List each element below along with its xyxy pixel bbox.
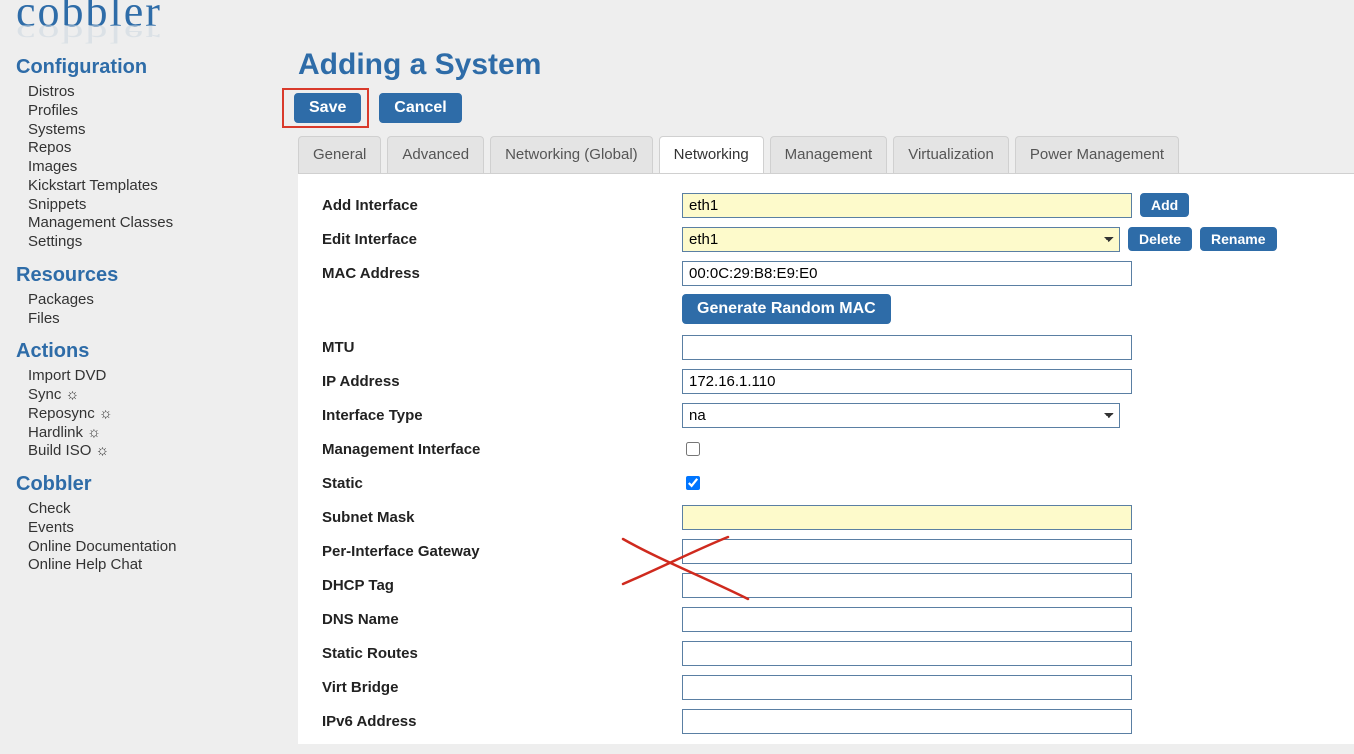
tab-networking[interactable]: Networking xyxy=(659,136,764,173)
nav-list-cobbler: Check Events Online Documentation Online… xyxy=(16,500,264,575)
tab-management[interactable]: Management xyxy=(770,136,888,173)
tab-advanced[interactable]: Advanced xyxy=(387,136,484,173)
nav-item-sync[interactable]: Sync ☼ xyxy=(28,386,264,405)
label-add-interface: Add Interface xyxy=(322,197,682,214)
ip-address-input[interactable] xyxy=(682,369,1132,394)
ipv6-address-input[interactable] xyxy=(682,709,1132,734)
nav-item-packages[interactable]: Packages xyxy=(28,291,264,310)
page-title: Adding a System xyxy=(298,48,1354,82)
nav-item-snippets[interactable]: Snippets xyxy=(28,196,264,215)
rename-interface-button[interactable]: Rename xyxy=(1200,227,1276,251)
gateway-input[interactable] xyxy=(682,539,1132,564)
label-ipv6-address: IPv6 Address xyxy=(322,713,682,730)
nav-item-settings[interactable]: Settings xyxy=(28,233,264,252)
action-row: Save Cancel xyxy=(282,88,1354,128)
dns-name-input[interactable] xyxy=(682,607,1132,632)
dhcp-tag-input[interactable] xyxy=(682,573,1132,598)
cancel-button[interactable]: Cancel xyxy=(379,93,461,123)
main: Adding a System Save Cancel General Adva… xyxy=(280,0,1354,754)
subnet-mask-input[interactable] xyxy=(682,505,1132,530)
nav-section-configuration: Configuration xyxy=(16,56,264,79)
tab-networking-global[interactable]: Networking (Global) xyxy=(490,136,653,173)
networking-panel: Add Interface Add Edit Interface eth1 De… xyxy=(298,173,1354,744)
logo: cobbler cobbler xyxy=(10,0,240,44)
nav-item-kickstart-templates[interactable]: Kickstart Templates xyxy=(28,177,264,196)
edit-interface-select[interactable]: eth1 xyxy=(682,227,1120,252)
nav-item-distros[interactable]: Distros xyxy=(28,83,264,102)
sidebar: cobbler cobbler Configuration Distros Pr… xyxy=(0,0,280,754)
label-virt-bridge: Virt Bridge xyxy=(322,679,682,696)
nav-section-actions: Actions xyxy=(16,340,264,363)
nav-item-profiles[interactable]: Profiles xyxy=(28,102,264,121)
delete-interface-button[interactable]: Delete xyxy=(1128,227,1192,251)
nav-item-online-documentation[interactable]: Online Documentation xyxy=(28,538,264,557)
nav-list-configuration: Distros Profiles Systems Repos Images Ki… xyxy=(16,83,264,252)
nav-section-cobbler: Cobbler xyxy=(16,473,264,496)
nav-item-import-dvd[interactable]: Import DVD xyxy=(28,367,264,386)
save-button[interactable]: Save xyxy=(294,93,361,123)
add-interface-input[interactable] xyxy=(682,193,1132,218)
nav-list-resources: Packages Files xyxy=(16,291,264,329)
label-ip-address: IP Address xyxy=(322,373,682,390)
generate-mac-button[interactable]: Generate Random MAC xyxy=(682,294,891,324)
nav-item-hardlink[interactable]: Hardlink ☼ xyxy=(28,424,264,443)
add-interface-button[interactable]: Add xyxy=(1140,193,1189,217)
nav-section-resources: Resources xyxy=(16,264,264,287)
nav-item-online-help-chat[interactable]: Online Help Chat xyxy=(28,556,264,575)
label-static-routes: Static Routes xyxy=(322,645,682,662)
tab-strip: General Advanced Networking (Global) Net… xyxy=(298,136,1354,173)
label-dns-name: DNS Name xyxy=(322,611,682,628)
nav-item-management-classes[interactable]: Management Classes xyxy=(28,214,264,233)
label-gateway: Per-Interface Gateway xyxy=(322,543,682,560)
label-edit-interface: Edit Interface xyxy=(322,231,682,248)
nav-item-check[interactable]: Check xyxy=(28,500,264,519)
tab-virtualization[interactable]: Virtualization xyxy=(893,136,1009,173)
nav-item-files[interactable]: Files xyxy=(28,310,264,329)
tab-power-management[interactable]: Power Management xyxy=(1015,136,1179,173)
static-checkbox[interactable] xyxy=(686,476,700,490)
label-static: Static xyxy=(322,475,682,492)
label-mtu: MTU xyxy=(322,339,682,356)
nav-item-events[interactable]: Events xyxy=(28,519,264,538)
nav-item-build-iso[interactable]: Build ISO ☼ xyxy=(28,442,264,461)
nav-item-reposync[interactable]: Reposync ☼ xyxy=(28,405,264,424)
label-management-interface: Management Interface xyxy=(322,441,682,458)
label-dhcp-tag: DHCP Tag xyxy=(322,577,682,594)
label-interface-type: Interface Type xyxy=(322,407,682,424)
nav-item-repos[interactable]: Repos xyxy=(28,139,264,158)
mac-address-input[interactable] xyxy=(682,261,1132,286)
nav-list-actions: Import DVD Sync ☼ Reposync ☼ Hardlink ☼ … xyxy=(16,367,264,461)
mtu-input[interactable] xyxy=(682,335,1132,360)
nav-item-systems[interactable]: Systems xyxy=(28,121,264,140)
management-interface-checkbox[interactable] xyxy=(686,442,700,456)
static-routes-input[interactable] xyxy=(682,641,1132,666)
save-highlight-box: Save xyxy=(282,88,369,128)
label-mac-address: MAC Address xyxy=(322,265,682,282)
label-subnet-mask: Subnet Mask xyxy=(322,509,682,526)
interface-type-select[interactable]: na xyxy=(682,403,1120,428)
tab-general[interactable]: General xyxy=(298,136,381,173)
virt-bridge-input[interactable] xyxy=(682,675,1132,700)
nav-item-images[interactable]: Images xyxy=(28,158,264,177)
